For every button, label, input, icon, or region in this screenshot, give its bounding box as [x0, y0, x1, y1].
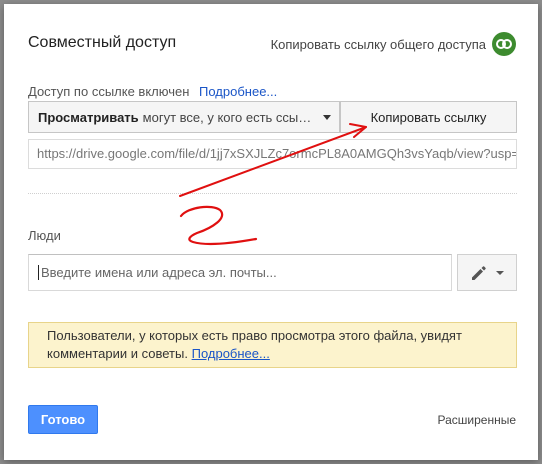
- share-dialog: Совместный доступ Копировать ссылку обще…: [4, 4, 538, 460]
- permission-description: могут все, у кого есть ссылка: [142, 109, 319, 125]
- link-permission-dropdown[interactable]: Просматривать могут все, у кого есть ссы…: [28, 101, 340, 133]
- link-sharing-more-link[interactable]: Подробнее...: [199, 84, 277, 99]
- chevron-down-icon: [323, 115, 331, 120]
- permission-level: Просматривать: [38, 109, 139, 125]
- link-sharing-status: Доступ по ссылке включен Подробнее...: [28, 84, 277, 99]
- copy-public-link-button[interactable]: Копировать ссылку общего доступа: [271, 32, 516, 56]
- done-button[interactable]: Готово: [28, 405, 98, 434]
- copy-link-button[interactable]: Копировать ссылку: [340, 101, 517, 133]
- pencil-icon: [472, 265, 486, 280]
- link-sharing-status-text: Доступ по ссылке включен: [28, 84, 190, 99]
- people-input[interactable]: Введите имена или адреса эл. почты...: [28, 254, 452, 291]
- text-cursor: [38, 265, 39, 280]
- people-label: Люди: [28, 228, 61, 243]
- link-icon-glyph: [496, 39, 512, 49]
- copy-public-link-label: Копировать ссылку общего доступа: [270, 36, 486, 52]
- chevron-down-icon: [496, 270, 504, 275]
- people-input-placeholder: Введите имена или адреса эл. почты...: [41, 265, 277, 280]
- share-url-field[interactable]: https://drive.google.com/file/d/1jj7xSXJ…: [28, 139, 517, 169]
- info-notice: Пользователи, у которых есть право просм…: [28, 322, 517, 368]
- permission-role-button[interactable]: [457, 254, 517, 291]
- advanced-settings-link[interactable]: Расширенные: [437, 413, 516, 427]
- section-divider: [28, 193, 517, 194]
- info-more-link[interactable]: Подробнее...: [192, 346, 270, 361]
- link-icon[interactable]: [492, 32, 516, 56]
- dialog-title: Совместный доступ: [28, 34, 177, 51]
